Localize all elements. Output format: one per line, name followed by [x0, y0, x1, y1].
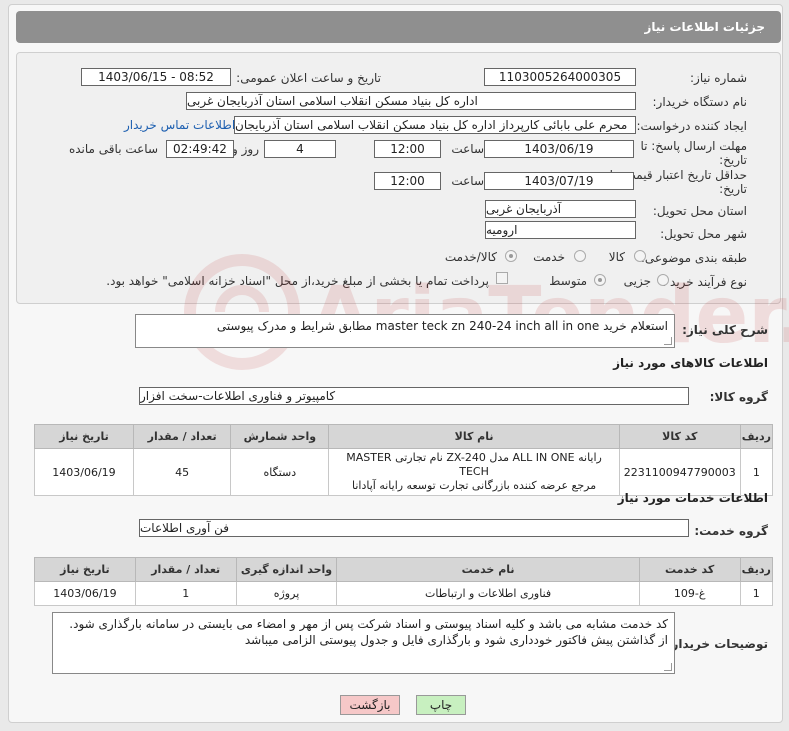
cell-row: 1 [739, 581, 774, 606]
col-code: کد خدمت [638, 557, 741, 582]
page-title: جزئیات اطلاعات نیاز [644, 20, 765, 34]
cell-unit: دستگاه [230, 448, 330, 496]
remaining-label: ساعت باقی مانده [68, 142, 158, 156]
cell-qty: 45 [132, 448, 232, 496]
announce-field: 1403/06/15 - 08:52 [81, 68, 231, 86]
category-service-label: خدمت [533, 250, 565, 264]
col-date: تاریخ نیاز [34, 557, 136, 582]
buyer-notes-label: توضیحات خریدار: [666, 637, 768, 651]
description-textarea[interactable]: استعلام خرید master teck zn 240-24 inch … [135, 314, 675, 348]
table-row[interactable]: 1 2231100947790003 رایانه ALL IN ONE مدل… [34, 448, 774, 496]
city-label: شهر محل تحویل: [660, 227, 747, 241]
goods-table-header: ردیف کد کالا نام کالا واحد شمارش تعداد /… [34, 424, 774, 449]
deadline-time-field: 12:00 [374, 140, 441, 158]
deadline-time-label: ساعت [451, 142, 484, 156]
cell-name-line2: مرجع عرضه کننده بازرگانی تجارت توسعه رای… [351, 479, 597, 492]
category-service-radio[interactable] [574, 250, 586, 262]
deadline-label-2: تاریخ: [719, 153, 747, 167]
buyer-notes-line1: کد خدمت مشابه می باشد و کلیه اسناد پیوست… [69, 617, 668, 631]
purchase-small-label: جزیی [623, 274, 651, 288]
cell-code: غ-109 [638, 581, 741, 606]
need-number-field: 1103005264000305 [484, 68, 636, 86]
province-label: استان محل تحویل: [652, 204, 747, 218]
goods-group-label: گروه کالا: [709, 390, 768, 404]
goods-group-field: کامپیوتر و فناوری اطلاعات-سخت افزار [139, 387, 689, 405]
purchase-medium-label: متوسط [549, 274, 587, 288]
col-name: نام خدمت [336, 557, 640, 582]
creator-field: محرم علی بابائی کارپرداز اداره کل بنیاد … [234, 116, 636, 134]
cell-date: 1403/06/19 [34, 581, 136, 606]
buyer-notes-textarea[interactable]: کد خدمت مشابه می باشد و کلیه اسناد پیوست… [52, 612, 675, 674]
purchase-type-label: نوع فرآیند خرید : [662, 275, 747, 289]
category-label: طبقه بندی موضوعی: [640, 251, 747, 265]
purchase-small-radio[interactable] [657, 274, 669, 286]
validity-time-field: 12:00 [374, 172, 441, 190]
services-group-label: گروه خدمت: [694, 524, 768, 538]
deadline-label-1: مهلت ارسال پاسخ: تا [640, 139, 747, 153]
col-code: کد کالا [618, 424, 741, 449]
description-label: شرح کلی نیاز: [682, 323, 768, 337]
goods-section-title: اطلاعات کالاهای مورد نیاز [613, 356, 768, 370]
print-button[interactable]: چاپ [416, 695, 466, 715]
province-field: آذربایجان غربی [485, 200, 636, 218]
deadline-date-field: 1403/06/19 [484, 140, 634, 158]
cell-name: رایانه ALL IN ONE مدل ZX-240 نام تجارتی … [328, 448, 620, 496]
col-unit: واحد اندازه گیری [235, 557, 338, 582]
treasury-payment-checkbox[interactable] [496, 272, 508, 284]
remaining-time-field: 02:49:42 [166, 140, 234, 158]
col-name: نام کالا [328, 424, 620, 449]
category-both-radio[interactable] [505, 250, 517, 262]
buyer-org-label: نام دستگاه خریدار: [652, 95, 748, 109]
col-unit: واحد شمارش [230, 424, 330, 449]
cell-qty: 1 [134, 581, 237, 606]
col-row: ردیف [739, 424, 774, 449]
days-label: روز و [232, 142, 259, 156]
category-goods-label: کالا [608, 250, 625, 264]
description-text: استعلام خرید master teck zn 240-24 inch … [216, 319, 668, 333]
purchase-medium-radio[interactable] [594, 274, 606, 286]
category-goods-radio[interactable] [634, 250, 646, 262]
cell-row: 1 [739, 448, 774, 496]
col-qty: تعداد / مقدار [134, 557, 237, 582]
days-field: 4 [264, 140, 336, 158]
buyer-org-field: اداره کل بنیاد مسکن انقلاب اسلامی استان … [186, 92, 636, 110]
treasury-payment-note: پرداخت تمام یا بخشی از مبلغ خرید،از محل … [106, 274, 489, 288]
cell-name-line1: رایانه ALL IN ONE مدل ZX-240 نام تجارتی … [346, 451, 602, 478]
back-button[interactable]: بازگشت [340, 695, 400, 715]
page-title-bar: جزئیات اطلاعات نیاز [16, 11, 781, 43]
validity-time-label: ساعت [451, 174, 484, 188]
col-row: ردیف [739, 557, 774, 582]
resize-handle-icon[interactable] [664, 663, 672, 671]
validity-label-2: تاریخ: [719, 182, 747, 196]
services-table-header: ردیف کد خدمت نام خدمت واحد اندازه گیری ت… [34, 557, 774, 582]
table-row[interactable]: 1 غ-109 فناوری اطلاعات و ارتباطات پروژه … [34, 581, 774, 606]
contact-info-link[interactable]: اطلاعات تماس خریدار [124, 118, 235, 132]
creator-label: ایجاد کننده درخواست: [636, 119, 747, 133]
cell-code: 2231100947790003 [618, 448, 741, 496]
services-group-field: فن آوری اطلاعات [139, 519, 689, 537]
city-field: ارومیه [485, 221, 636, 239]
goods-table: ردیف کد کالا نام کالا واحد شمارش تعداد /… [34, 424, 774, 496]
cell-unit: پروژه [235, 581, 338, 606]
col-qty: تعداد / مقدار [132, 424, 232, 449]
resize-handle-icon[interactable] [664, 337, 672, 345]
announce-label: تاریخ و ساعت اعلان عمومی: [236, 71, 381, 85]
buyer-notes-line2: از گذاشتن پیش فاکتور خودداری شود و بارگذ… [244, 633, 668, 647]
need-number-label: شماره نیاز: [690, 71, 747, 85]
cell-date: 1403/06/19 [34, 448, 134, 496]
validity-date-field: 1403/07/19 [484, 172, 634, 190]
col-date: تاریخ نیاز [34, 424, 134, 449]
services-section-title: اطلاعات خدمات مورد نیاز [617, 491, 768, 505]
services-table: ردیف کد خدمت نام خدمت واحد اندازه گیری ت… [34, 557, 774, 606]
cell-name: فناوری اطلاعات و ارتباطات [336, 581, 640, 606]
category-both-label: کالا/خدمت [444, 250, 497, 264]
